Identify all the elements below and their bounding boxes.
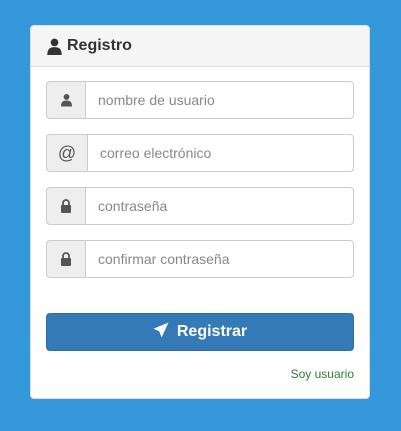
send-icon xyxy=(153,322,177,343)
register-button-label: Registrar xyxy=(176,323,248,340)
at-sign-icon: @ xyxy=(46,134,87,172)
panel-heading: Registro xyxy=(31,26,369,67)
confirm-password-field[interactable] xyxy=(85,240,354,278)
email-input-group: @ xyxy=(46,134,354,172)
register-panel: Registro @ xyxy=(30,25,370,399)
lock-icon xyxy=(46,240,85,278)
password-field[interactable] xyxy=(85,187,354,225)
panel-title: Registro xyxy=(67,37,132,54)
email-field[interactable] xyxy=(87,134,354,172)
username-input-group xyxy=(46,81,354,119)
user-icon xyxy=(46,81,85,119)
login-link[interactable]: Soy usuario xyxy=(291,367,354,381)
username-field[interactable] xyxy=(85,81,354,119)
at-sign-glyph: @ xyxy=(57,142,77,163)
password-input-group xyxy=(46,187,354,225)
confirm-password-input-group xyxy=(46,240,354,278)
lock-icon xyxy=(46,187,85,225)
user-icon xyxy=(46,38,63,55)
register-button[interactable]: Registrar xyxy=(46,313,354,351)
